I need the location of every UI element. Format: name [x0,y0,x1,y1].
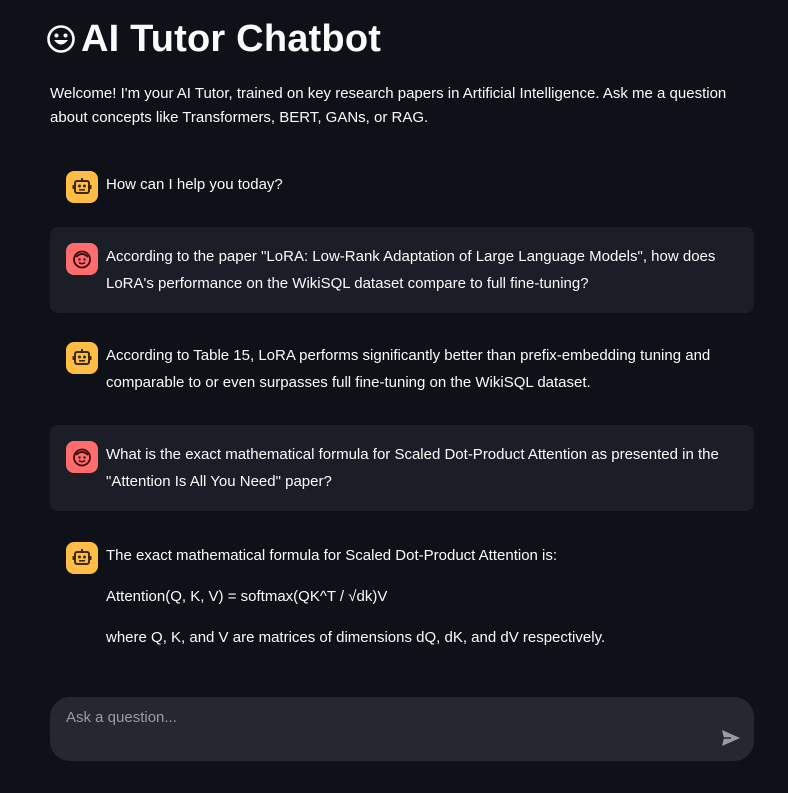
chat-message-user: According to the paper "LoRA: Low-Rank A… [50,227,754,313]
robot-face-icon [66,342,98,374]
chat-message-assistant: According to Table 15, LoRA performs sig… [50,326,754,412]
robot-face-icon [66,542,98,574]
welcome-text: Welcome! I'm your AI Tutor, trained on k… [50,85,727,126]
send-arrow-icon [721,729,741,752]
message-text: According to the paper "LoRA: Low-Rank A… [106,248,716,292]
message-text: The exact mathematical formula for Scale… [106,547,558,564]
chat-message-assistant: The exact mathematical formula for Scale… [50,526,754,667]
chat-message-user: What is the exact mathematical formula f… [50,425,754,511]
robot-face-icon [66,171,98,203]
chat-message-content: What is the exact mathematical formula f… [106,441,738,495]
chat-message-assistant: How can I help you today? [50,155,754,219]
page-title: AI Tutor Chatbot [81,17,382,60]
chat-input[interactable] [50,697,700,737]
smiley-face-icon [66,243,98,275]
smiley-face-icon [66,441,98,473]
message-text: What is the exact mathematical formula f… [106,446,719,490]
grinning-face-icon [47,25,75,53]
chat-message-content: How can I help you today? [106,171,283,198]
chat-message-content: According to Table 15, LoRA performs sig… [106,342,738,396]
page-header: AI Tutor Chatbot [47,14,381,64]
message-text: where Q, K, and V are matrices of dimens… [106,629,606,646]
chat-input-container[interactable] [50,697,754,761]
formula-text: Attention(Q, K, V) = softmax(QK^T / √dk)… [106,588,388,605]
chat-message-content: According to the paper "LoRA: Low-Rank A… [106,243,738,297]
message-text: According to Table 15, LoRA performs sig… [106,347,711,391]
send-button[interactable] [720,729,742,751]
message-text: How can I help you today? [106,176,283,193]
chat-message-content: The exact mathematical formula for Scale… [106,542,605,651]
